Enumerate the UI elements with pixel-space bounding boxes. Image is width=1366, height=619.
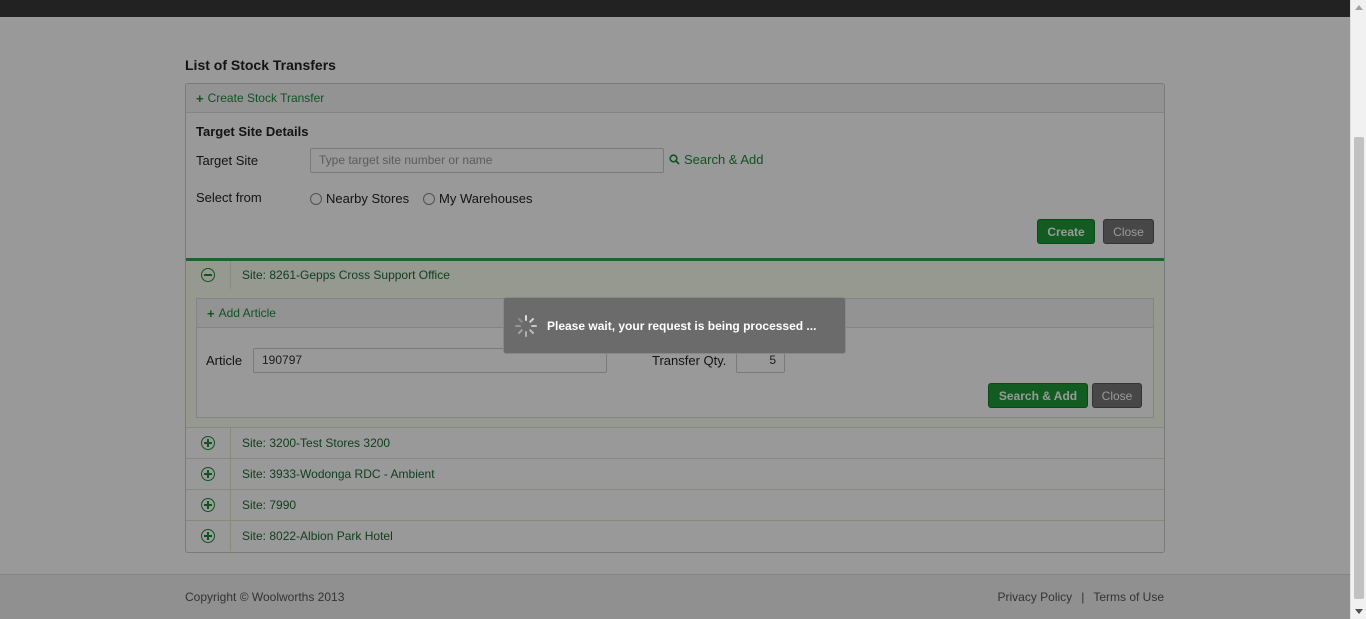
scroll-down-arrow-icon[interactable] bbox=[1355, 609, 1363, 614]
loading-spinner-icon bbox=[514, 314, 538, 338]
loading-message: Please wait, your request is being proce… bbox=[547, 318, 817, 333]
scroll-up-arrow-icon[interactable] bbox=[1355, 5, 1363, 10]
scroll-thumb[interactable] bbox=[1354, 137, 1364, 599]
vertical-scrollbar[interactable] bbox=[1350, 0, 1366, 619]
loading-dialog: Please wait, your request is being proce… bbox=[503, 297, 846, 354]
